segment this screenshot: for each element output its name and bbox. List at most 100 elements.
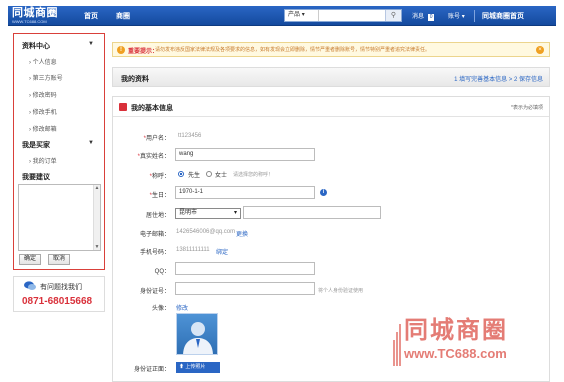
location-select[interactable]: 昆明市 ▾	[175, 208, 241, 219]
email-change-link[interactable]: 更换	[236, 229, 248, 238]
notice-title: 重要提示：	[128, 49, 159, 55]
top-navigation-bar: 同城商圈 WWW.TC688.COM 首页 商圈 产品 ▾ ⚲ 消息 0 账号 …	[8, 6, 556, 26]
email-label: 电子邮箱：	[139, 232, 170, 238]
chevron-down-icon[interactable]: ▼	[88, 140, 94, 146]
search-category-label: 产品	[288, 12, 301, 18]
username-value: tt123456	[178, 133, 202, 139]
sidebar-item-personal-info[interactable]: › 个人信息	[29, 57, 57, 66]
confirm-button[interactable]: 确定	[19, 254, 42, 265]
panel-header: 我的基本信息 *表示为必填项	[113, 97, 549, 117]
speaker-icon: !	[117, 46, 125, 54]
watermark-text: 同城商圈	[404, 316, 508, 344]
notice-text: 请勿发布违反国家法律法规及各项要求的信息，如有发现会立即删除，情节严重者删除账号…	[155, 47, 431, 53]
search-box: 产品 ▾ ⚲	[284, 9, 402, 22]
phone-label: 手机号码：	[139, 250, 170, 256]
sidebar-item-change-email[interactable]: › 修改邮箱	[29, 124, 57, 133]
avatar-edit-link[interactable]: 修改	[176, 303, 188, 312]
search-category-select[interactable]: 产品 ▾	[285, 10, 319, 21]
portal-home-link[interactable]: 同城商圈首页	[482, 11, 524, 21]
watermark: 同城商圈 www.TC688.com	[392, 310, 552, 380]
contact-label: 有问题找我们	[40, 284, 82, 291]
sidebar-item-my-orders[interactable]: › 我的订单	[29, 156, 57, 165]
avatar	[176, 313, 218, 355]
messages-label: 消息	[412, 14, 425, 20]
upload-label: 上传照片	[185, 364, 206, 370]
nav-divider	[474, 10, 475, 22]
realname-input[interactable]: wang	[175, 148, 315, 161]
sidebar-item-label: 修改密码	[32, 93, 57, 99]
user-silhouette-icon	[183, 322, 213, 354]
chevron-down-icon[interactable]: ▼	[88, 41, 94, 47]
qq-input[interactable]	[175, 262, 315, 275]
avatar-label: 头像：	[151, 306, 170, 312]
sidebar-item-third-party[interactable]: › 第三方账号	[29, 73, 63, 82]
contact-phone: 0871-68015668	[22, 296, 93, 307]
gender-male-label: 先生	[188, 173, 201, 179]
location-detail-input[interactable]	[243, 206, 381, 219]
notice-bar: ! 重要提示： 请勿发布违反国家法律法规及各项要求的信息，如有发现会立即删除，情…	[112, 42, 550, 57]
email-value: 1426546006@qq.com	[176, 229, 236, 235]
step-breadcrumb: 1 填写完善基本信息 > 2 保存信息	[454, 77, 543, 83]
required-note: *表示为必填项	[511, 105, 543, 111]
sidebar-item-label: 修改手机	[32, 110, 57, 116]
account-menu[interactable]: 账号 ▾	[448, 11, 465, 20]
profile-header: 我的资料 1 填写完善基本信息 > 2 保存信息	[112, 67, 550, 87]
suggest-title: 我要建议	[22, 174, 50, 181]
sidebar-item-label: 修改邮箱	[32, 127, 57, 133]
scroll-down-icon[interactable]: ▼	[94, 244, 100, 250]
sidebar-section-profile-center[interactable]: 资料中心	[22, 41, 50, 51]
scroll-up-icon[interactable]: ▲	[94, 185, 100, 191]
chevron-down-icon: ▾	[461, 14, 465, 20]
sidebar-item-change-password[interactable]: › 修改密码	[29, 90, 57, 99]
panel-title: 我的基本信息	[131, 105, 173, 112]
sidebar-item-label: 个人信息	[32, 60, 57, 66]
sidebar-item-label: 我的订单	[32, 159, 57, 165]
watermark-url: www.TC688.com	[404, 346, 507, 361]
messages-count-badge: 0	[427, 14, 435, 21]
birthday-label: *生日：	[149, 193, 170, 199]
info-icon[interactable]: i	[320, 189, 327, 196]
phone-bind-link[interactable]: 绑定	[216, 247, 228, 256]
nav-home-link[interactable]: 首页	[84, 11, 98, 21]
chat-bubble-icon	[24, 281, 36, 290]
qq-label: QQ：	[154, 269, 170, 275]
account-label: 账号	[448, 14, 461, 20]
gender-female-radio[interactable]	[206, 171, 212, 177]
nav-shangquan-link[interactable]: 商圈	[116, 11, 130, 21]
cancel-button[interactable]: 取消	[48, 254, 71, 265]
logo-url: WWW.TC688.COM	[12, 19, 47, 24]
site-logo[interactable]: 同城商圈 WWW.TC688.COM	[12, 7, 72, 25]
chevron-down-icon: ▾	[233, 210, 237, 216]
search-icon: ⚲	[390, 12, 397, 19]
idcard-input[interactable]	[175, 282, 315, 295]
idcard-label: 身份证号：	[139, 289, 170, 295]
suggestion-textarea[interactable]: ▲ ▼	[18, 184, 101, 251]
sidebar-section-buyer[interactable]: 我是买家	[22, 140, 50, 150]
upload-photo-button[interactable]: ⬆ 上传照片	[176, 362, 220, 373]
watermark-logo-bars-icon	[393, 324, 401, 366]
chevron-down-icon: ▾	[301, 12, 305, 18]
location-value: 昆明市	[179, 210, 198, 216]
location-label: 居住地：	[145, 213, 170, 219]
birthday-input[interactable]: 1970-1-1	[175, 186, 315, 199]
logo-text: 同城商圈	[12, 6, 58, 19]
realname-label: *真实姓名：	[137, 154, 170, 160]
gender-male-radio[interactable]	[178, 171, 184, 177]
idfront-label: 身份证正面：	[133, 367, 170, 373]
phone-value: 13811111111	[176, 247, 210, 253]
gender-hint: 请选择您的称呼！	[233, 172, 274, 178]
page-title: 我的资料	[121, 76, 149, 83]
scrollbar[interactable]: ▲ ▼	[93, 185, 100, 250]
close-icon[interactable]: ×	[536, 46, 544, 54]
sidebar-item-change-phone[interactable]: › 修改手机	[29, 107, 57, 116]
profile-icon	[119, 103, 127, 111]
username-label: *用户名：	[143, 136, 170, 142]
sidebar-item-label: 第三方账号	[32, 76, 63, 82]
upload-icon: ⬆	[179, 364, 185, 370]
idcard-hint: 将个人身份验证使用	[318, 288, 364, 294]
gender-female-label: 女士	[215, 173, 228, 179]
sidebar: 资料中心 ▼ › 个人信息 › 第三方账号 › 修改密码 › 修改手机 › 修改…	[13, 33, 105, 270]
contact-box: 有问题找我们 0871-68015668	[13, 276, 105, 312]
search-button[interactable]: ⚲	[385, 10, 401, 21]
messages-link[interactable]: 消息 0	[412, 11, 435, 21]
